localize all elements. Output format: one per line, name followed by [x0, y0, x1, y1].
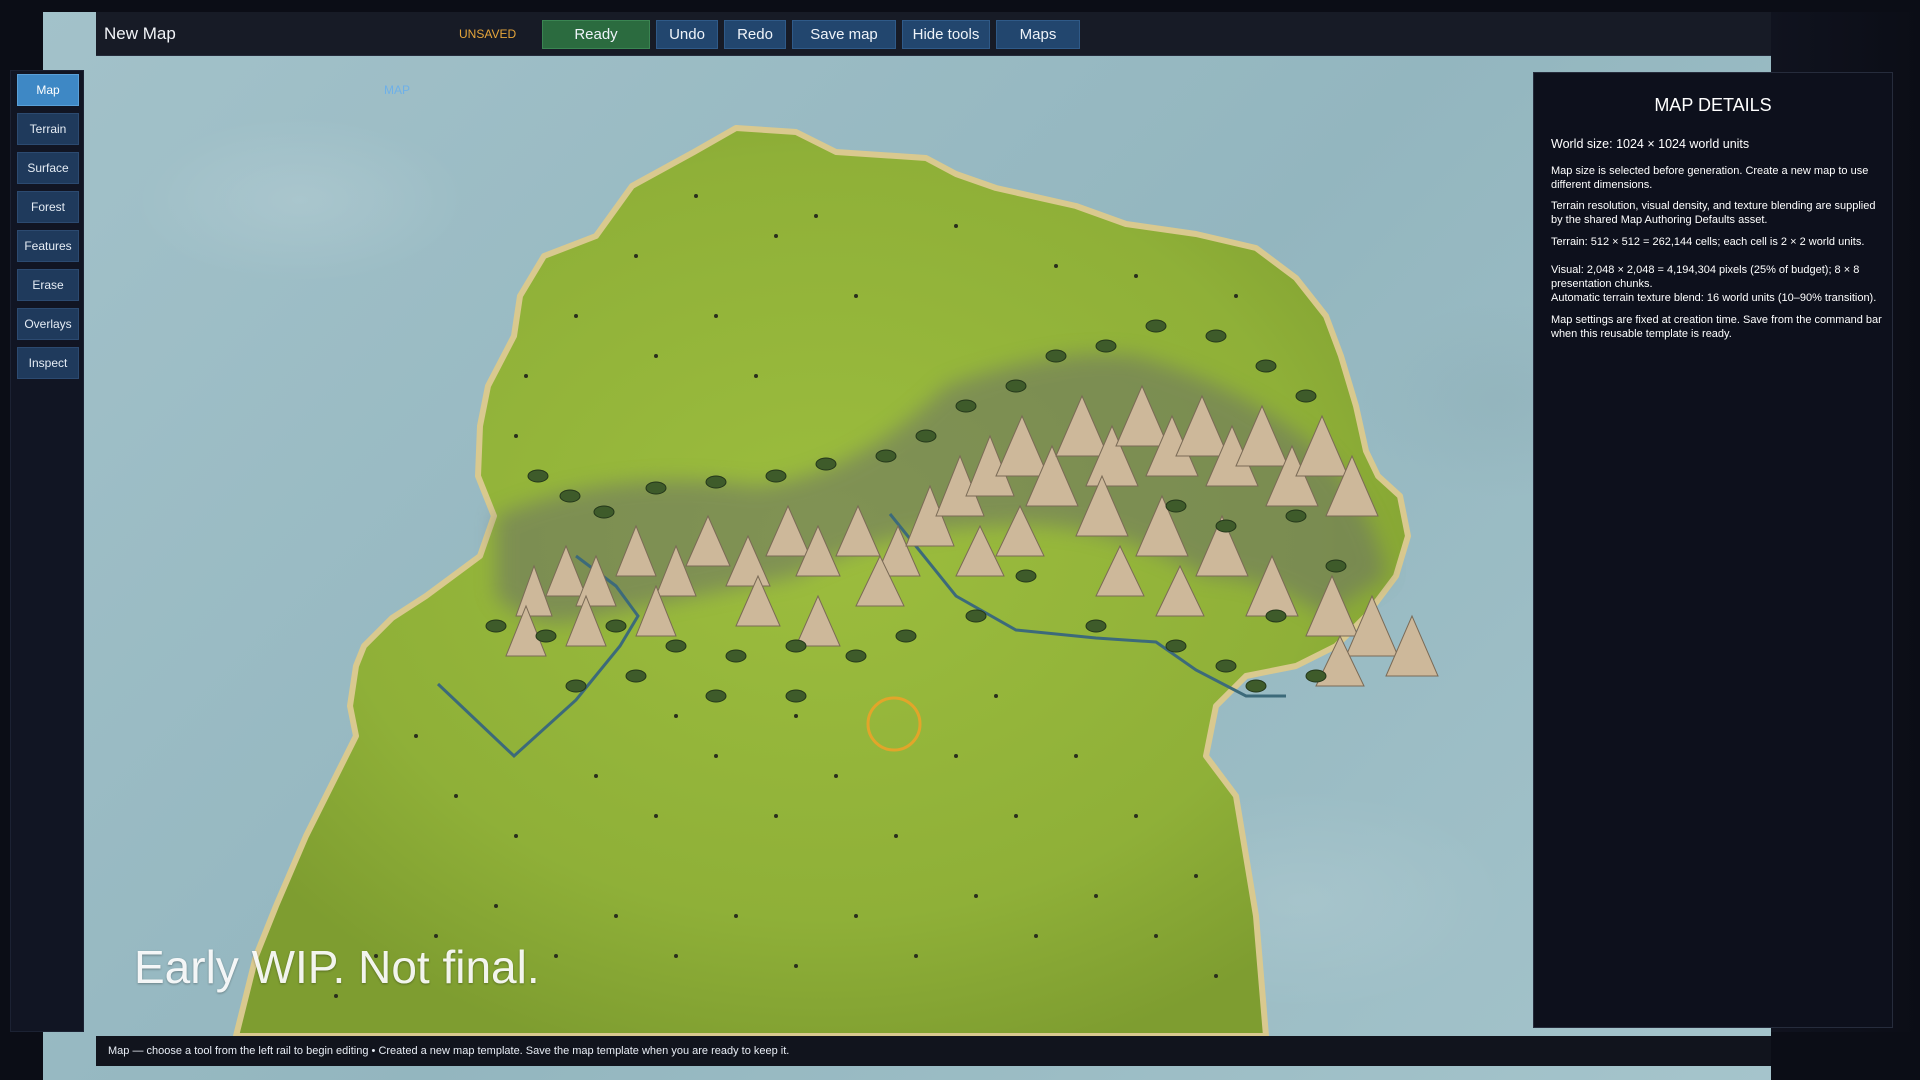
rail-item-surface[interactable]: Surface [17, 152, 79, 184]
rail-item-erase[interactable]: Erase [17, 269, 79, 301]
details-line-6: Map settings are fixed at creation time.… [1551, 314, 1882, 340]
command-bar: New Map MAP UNSAVED Ready Undo Redo Save… [96, 12, 1771, 97]
rail-item-map[interactable]: Map [17, 74, 79, 106]
editor-window: Map Terrain Surface Forest Features Eras… [0, 0, 1920, 1080]
map-title: New Map [104, 24, 176, 43]
save-state-badge: UNSAVED [459, 27, 517, 41]
undo-button[interactable]: Undo [656, 20, 718, 49]
wip-watermark: Early WIP. Not final. [134, 941, 540, 993]
ready-button[interactable]: Ready [542, 20, 650, 49]
rail-item-terrain[interactable]: Terrain [17, 113, 79, 145]
details-line-4: Visual: 2,048 × 2,048 = 4,194,304 pixels… [1551, 264, 1860, 290]
hide-tools-button[interactable]: Hide tools [902, 20, 990, 49]
tool-rail: Map Terrain Surface Forest Features Eras… [10, 70, 84, 1032]
maps-button[interactable]: Maps [996, 20, 1080, 49]
redo-button[interactable]: Redo [724, 20, 786, 49]
details-line-2: Terrain resolution, visual density, and … [1551, 200, 1876, 226]
rail-item-overlays[interactable]: Overlays [17, 308, 79, 340]
details-line-3: Terrain: 512 × 512 = 262,144 cells; each… [1551, 236, 1865, 248]
save-map-button[interactable]: Save map [792, 20, 896, 49]
details-line-1: Map size is selected before generation. … [1551, 165, 1869, 191]
rail-item-features[interactable]: Features [17, 230, 79, 262]
status-bar: Map — choose a tool from the left rail t… [96, 1036, 1771, 1066]
rail-item-forest[interactable]: Forest [17, 191, 79, 223]
world-size-text: World size: 1024 × 1024 world units [1551, 137, 1750, 151]
details-title: MAP DETAILS [1654, 95, 1772, 115]
rail-item-inspect[interactable]: Inspect [17, 347, 79, 379]
top-frame [0, 0, 1920, 12]
details-line-5: Automatic terrain texture blend: 16 worl… [1551, 292, 1877, 304]
